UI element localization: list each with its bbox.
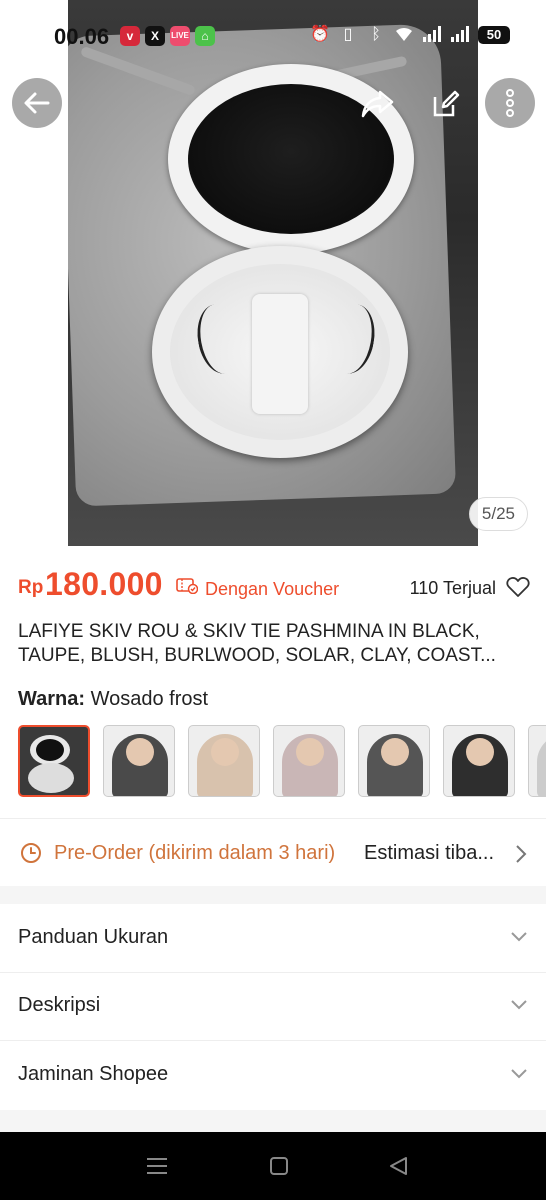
home-icon[interactable] bbox=[266, 1154, 292, 1178]
variant-label: Warna: Wosado frost bbox=[18, 688, 208, 711]
voucher-icon bbox=[176, 578, 198, 594]
product-price: 180.000 bbox=[45, 566, 163, 602]
variant-thumb[interactable] bbox=[273, 725, 345, 797]
variant-thumb[interactable] bbox=[443, 725, 515, 797]
section-gap bbox=[0, 1110, 546, 1132]
variant-thumb[interactable] bbox=[103, 725, 175, 797]
chevron-down-icon bbox=[511, 1069, 527, 1079]
voucher-label[interactable]: Dengan Voucher bbox=[205, 579, 339, 600]
alarm-icon: ⏰ bbox=[310, 26, 330, 43]
signal-icon bbox=[450, 25, 470, 45]
shipping-row[interactable]: Pre-Order (dikirim dalam 3 hari) Estimas… bbox=[18, 836, 528, 872]
vivo-icon: v bbox=[120, 26, 140, 46]
heart-icon[interactable] bbox=[506, 576, 530, 598]
share-icon bbox=[361, 90, 394, 118]
menu-icon[interactable] bbox=[144, 1154, 170, 1178]
accordion-label: Deskripsi bbox=[18, 994, 101, 1016]
battery-indicator: 50 bbox=[478, 26, 510, 44]
back-button[interactable] bbox=[12, 78, 62, 128]
variant-thumb[interactable] bbox=[528, 725, 546, 797]
estimate-label: Estimasi tiba... bbox=[364, 842, 495, 864]
variant-label-key: Warna: bbox=[18, 688, 86, 710]
vibrate-icon: ▯ bbox=[343, 26, 353, 43]
product-title-line: TAUPE, BLUSH, BURLWOOD, SOLAR, CLAY, COA… bbox=[18, 645, 496, 666]
variant-selected-value: Wosado frost bbox=[90, 688, 209, 710]
eyelash bbox=[192, 300, 248, 378]
price-row: Rp 180.000 Dengan Voucher 110 Terjual bbox=[18, 566, 530, 606]
accordion-size-guide[interactable]: Panduan Ukuran bbox=[0, 904, 546, 972]
sold-count: 110 Terjual bbox=[409, 578, 496, 598]
more-options-button[interactable] bbox=[485, 78, 535, 128]
variant-thumb[interactable] bbox=[188, 725, 260, 797]
accordion-label: Panduan Ukuran bbox=[18, 926, 169, 948]
product-photo bbox=[68, 0, 478, 546]
variant-thumb[interactable] bbox=[358, 725, 430, 797]
wifi-icon bbox=[394, 25, 414, 45]
status-bar: 00.06 v X LIVE ⌂ ⏰ ▯ ᛒ 50 bbox=[0, 0, 546, 72]
x-icon: X bbox=[145, 26, 165, 46]
system-nav-bar bbox=[0, 1132, 546, 1200]
chat-app-icon: ⌂ bbox=[195, 26, 215, 46]
arrow-left-icon bbox=[24, 92, 50, 114]
more-vertical-icon bbox=[506, 89, 514, 117]
eyelash bbox=[324, 300, 380, 378]
variant-thumb[interactable] bbox=[18, 725, 90, 797]
edit-icon bbox=[433, 90, 460, 117]
currency-label: Rp bbox=[18, 577, 44, 598]
status-time: 00.06 bbox=[54, 24, 110, 49]
chevron-down-icon bbox=[511, 932, 527, 942]
variant-thumbnails bbox=[18, 725, 546, 799]
preorder-label: Pre-Order (dikirim dalam 3 hari) bbox=[54, 842, 336, 864]
bluetooth-icon: ᛒ bbox=[371, 26, 381, 43]
clock-icon bbox=[21, 843, 41, 863]
chevron-right-icon bbox=[516, 845, 527, 863]
image-counter: 5/25 bbox=[468, 497, 528, 531]
divider bbox=[0, 818, 546, 819]
back-nav-icon[interactable] bbox=[386, 1154, 412, 1178]
section-gap bbox=[0, 886, 546, 904]
accordion-label: Jaminan Shopee bbox=[18, 1063, 169, 1085]
product-title: LAFIYE SKIV ROU & SKIV TIE PASHMINA IN B… bbox=[18, 620, 528, 668]
shopee-live-icon: LIVE bbox=[170, 26, 190, 46]
edit-button[interactable] bbox=[424, 82, 468, 126]
share-button[interactable] bbox=[356, 82, 400, 126]
chevron-down-icon bbox=[511, 1000, 527, 1010]
product-title-line: LAFIYE SKIV ROU & SKIV TIE PASHMINA IN B… bbox=[18, 621, 480, 642]
accordion-guarantee[interactable]: Jaminan Shopee bbox=[0, 1041, 546, 1109]
lash-case bbox=[152, 246, 408, 458]
accordion-description[interactable]: Deskripsi bbox=[0, 972, 546, 1040]
signal-icon bbox=[422, 25, 442, 45]
